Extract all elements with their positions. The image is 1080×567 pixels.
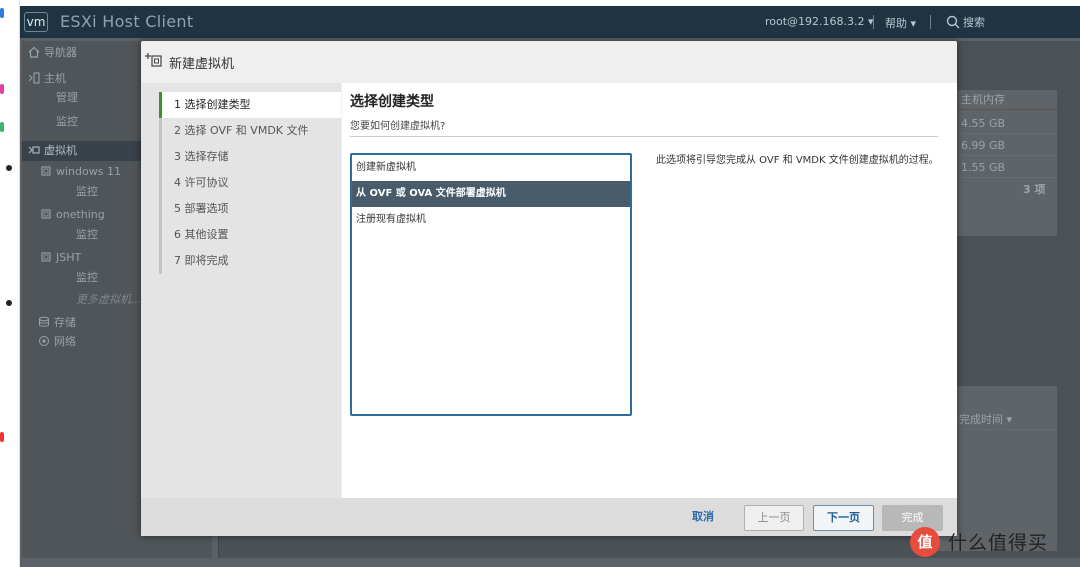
cancel-button[interactable]: 取消 (677, 505, 729, 531)
nav-item-label: 网络 (54, 335, 76, 348)
content-divider (350, 136, 938, 137)
vm-name: windows 11 (56, 165, 121, 178)
strip-blue-marker (0, 8, 4, 18)
previous-button[interactable]: 上一页 (744, 505, 804, 531)
vm-name: onething (56, 208, 105, 221)
wizard-step-select-ovf[interactable]: 2 选择 OVF 和 VMDK 文件 (159, 118, 341, 144)
creation-type-list: 创建新虚拟机 从 OVF 或 OVA 文件部署虚拟机 注册现有虚拟机 (350, 153, 632, 416)
header-label: 主机内存 (961, 93, 1005, 106)
host-icon (28, 72, 40, 84)
vm-icon (41, 209, 51, 219)
strip-red-marker (0, 432, 4, 442)
watermark-logo-icon: 值 (910, 527, 940, 557)
strip-mark (6, 165, 12, 171)
nav-item-label: 存储 (54, 316, 76, 329)
nav-item-label: 主机 (44, 72, 66, 85)
user-menu[interactable]: root@192.168.3.2 ▾ (765, 15, 874, 28)
watermark: 值 什么值得买 (910, 525, 1080, 557)
wizard-step-select-storage[interactable]: 3 选择存储 (159, 144, 341, 170)
wizard-content: 选择创建类型 您要如何创建虚拟机? 创建新虚拟机 从 OVF 或 OVA 文件部… (342, 83, 957, 498)
content-subtitle: 您要如何创建虚拟机? (350, 121, 446, 132)
vm-name: JSHT (56, 251, 82, 264)
watermark-text: 什么值得买 (948, 532, 1049, 554)
wizard-step-license[interactable]: 4 许可协议 (159, 170, 341, 196)
network-icon (39, 336, 49, 346)
desktop-side-strip (0, 0, 20, 567)
dialog-footer: 取消 上一页 下一页 完成 (141, 498, 957, 536)
type-option-create-new[interactable]: 创建新虚拟机 (352, 155, 630, 181)
titlebar-divider (873, 15, 874, 29)
wizard-steps: 1 选择创建类型 2 选择 OVF 和 VMDK 文件 3 选择存储 4 许可协… (141, 83, 341, 498)
titlebar-divider (930, 15, 931, 29)
next-button[interactable]: 下一页 (813, 505, 874, 531)
vmware-logo: vm (24, 12, 48, 32)
wizard-step-ready[interactable]: 7 即将完成 (159, 248, 341, 274)
new-vm-icon (145, 53, 162, 67)
strip-pink-marker (0, 84, 4, 94)
strip-mark (6, 300, 12, 306)
nav-item-label: 虚拟机 (44, 144, 77, 157)
content-title: 选择创建类型 (350, 94, 434, 110)
new-vm-dialog: 新建虚拟机 1 选择创建类型 2 选择 OVF 和 VMDK 文件 3 选择存储… (141, 41, 957, 536)
search-button[interactable]: 搜索 (946, 14, 985, 30)
wizard-step-deploy-options[interactable]: 5 部署选项 (159, 196, 341, 222)
wizard-step-other-settings[interactable]: 6 其他设置 (159, 222, 341, 248)
app-title: ESXi Host Client (60, 12, 194, 31)
strip-green-marker (0, 122, 4, 132)
type-option-deploy-ovf[interactable]: 从 OVF 或 OVA 文件部署虚拟机 (352, 181, 630, 207)
vm-group-icon (28, 146, 40, 154)
storage-icon (39, 316, 49, 327)
dialog-header: 新建虚拟机 (141, 41, 957, 83)
navigator-title: 导航器 (44, 46, 77, 59)
type-description: 此选项将引导您完成从 OVF 和 VMDK 文件创建虚拟机的过程。 (656, 155, 939, 166)
type-option-register-existing[interactable]: 注册现有虚拟机 (352, 207, 630, 233)
vm-icon (41, 252, 51, 262)
help-menu[interactable]: 帮助 ▾ (885, 15, 916, 31)
home-icon (28, 46, 40, 58)
search-icon (946, 15, 960, 29)
search-label: 搜索 (963, 16, 985, 29)
wizard-step-select-type[interactable]: 1 选择创建类型 (159, 92, 341, 118)
vm-icon (41, 166, 51, 176)
dialog-title: 新建虚拟机 (169, 57, 235, 72)
app-titlebar: vm ESXi Host Client root@192.168.3.2 ▾ 帮… (20, 6, 1080, 38)
